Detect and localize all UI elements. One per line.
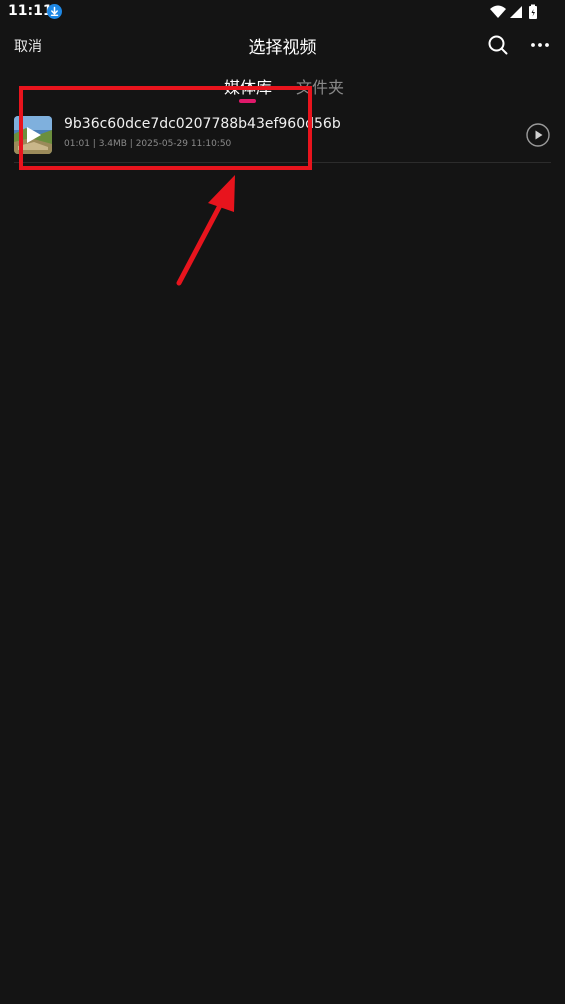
annotation-arrow <box>176 175 235 286</box>
page-title: 选择视频 <box>248 38 317 58</box>
play-icon[interactable] <box>526 123 550 147</box>
signal-icon <box>510 6 522 18</box>
search-icon[interactable] <box>487 34 509 56</box>
battery-icon <box>529 4 537 19</box>
top-app-bar: 取消 选择视频 <box>0 26 565 66</box>
download-icon <box>47 4 62 19</box>
wifi-icon <box>490 5 506 18</box>
status-time: 11:11 <box>8 3 53 19</box>
status-bar: 11:11 <box>0 0 565 24</box>
system-icons <box>489 3 541 21</box>
more-icon[interactable] <box>529 34 551 56</box>
highlight-box <box>19 86 312 170</box>
